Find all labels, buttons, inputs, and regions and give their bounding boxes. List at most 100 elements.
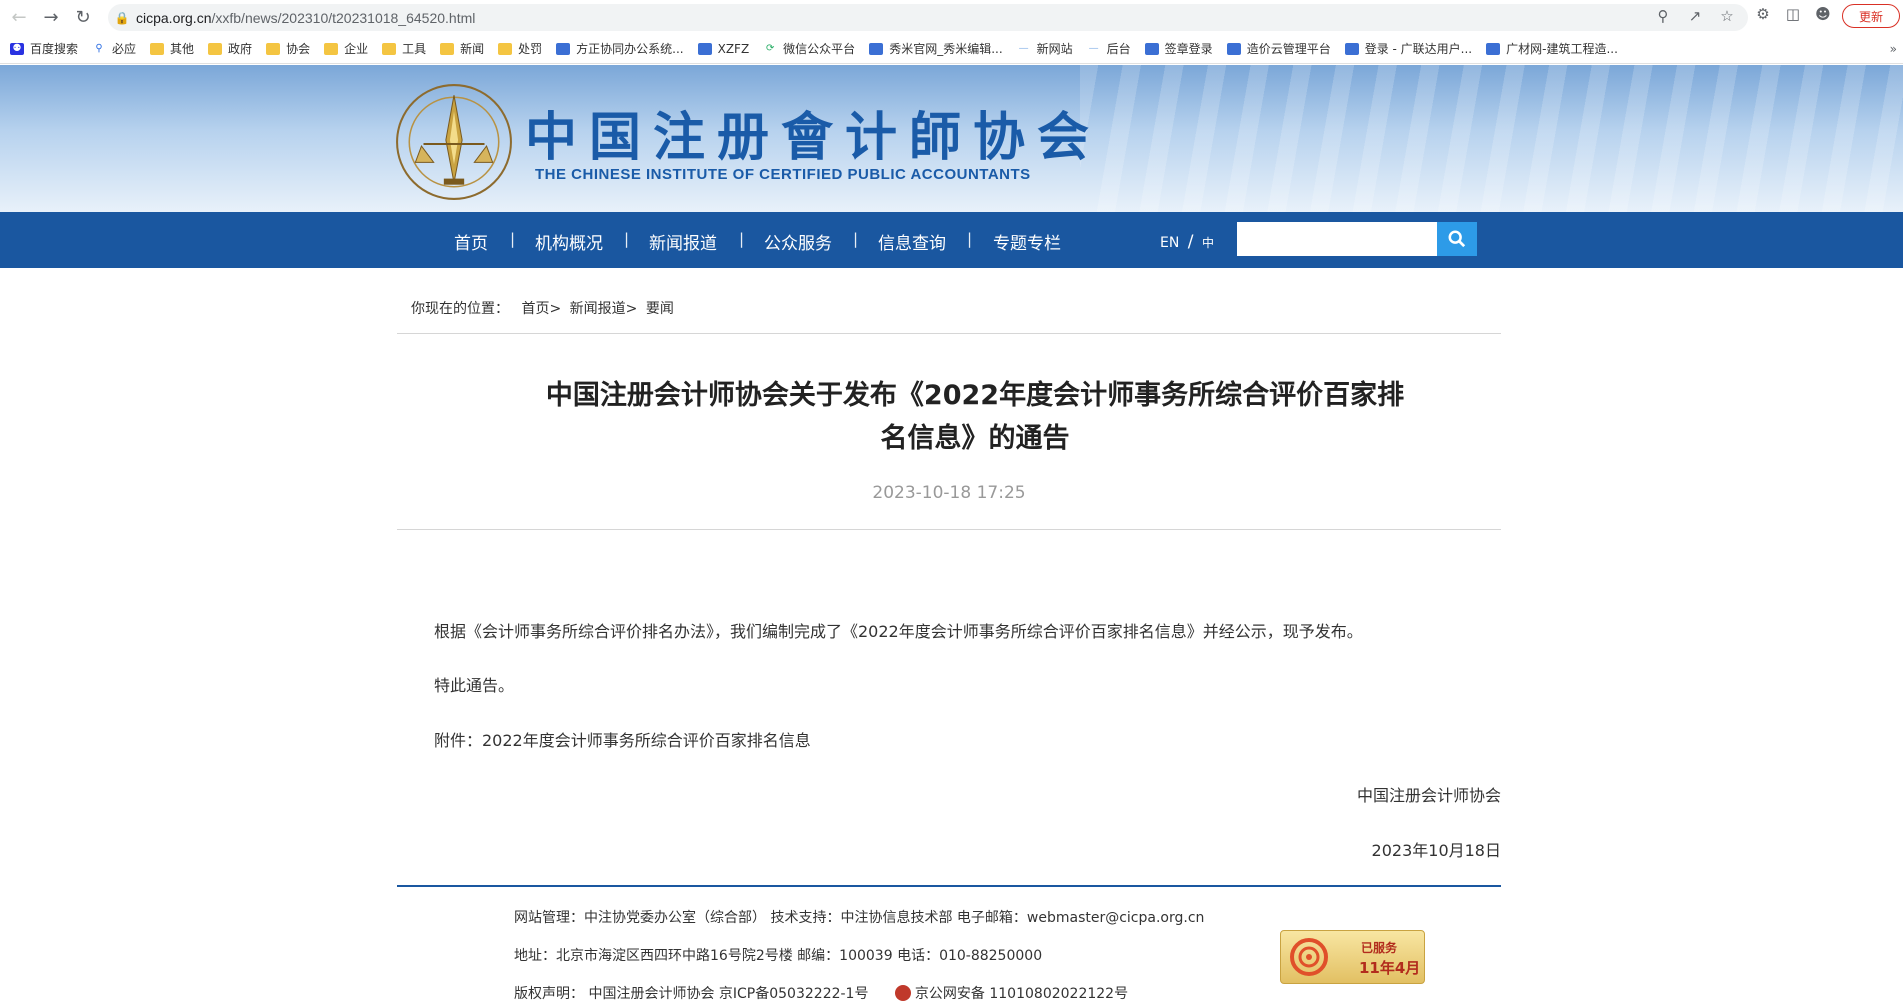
folder-icon xyxy=(266,42,281,55)
bookmarks-bar: ⚉ 百度搜索 ⚲ 必应 其他 政府 协会 企业 工具 新闻 处罚 方正协同办公系统... XZFZ ⟳ 微信… xyxy=(0,34,1903,64)
folder-icon xyxy=(382,42,397,55)
banner-decoration xyxy=(1080,65,1903,212)
footer-police-record[interactable]: 京公网安备 11010802022122号 xyxy=(894,985,1129,1002)
article-paragraph: 根据《会计师事务所综合评价排名办法》，我们编制完成了《2022年度会计师事务所综… xyxy=(434,622,1363,641)
bookmark-label: 广材网-建筑工程造... xyxy=(1506,42,1618,56)
folder-icon xyxy=(498,42,513,55)
footer-divider xyxy=(397,885,1501,887)
article-paragraph: 特此通告。 xyxy=(434,676,515,695)
language-switch: EN / 中 xyxy=(1160,232,1214,252)
wechat-icon: ⟳ xyxy=(765,42,775,54)
bookmark-item[interactable]: — 后台 xyxy=(1087,40,1131,57)
article-title: 中国注册会计师协会关于发布《2022年度会计师事务所综合评价百家排名信息》的通告 xyxy=(545,380,1405,454)
breadcrumb: 你现在的位置： 首页> 新闻报道> 要闻 xyxy=(411,298,674,318)
search-button[interactable] xyxy=(1437,222,1477,256)
side-panel-icon[interactable]: ◫ xyxy=(1782,5,1804,23)
badge-bottom-text: 11年4月 xyxy=(1359,959,1421,977)
breadcrumb-news[interactable]: 新闻报道 xyxy=(570,301,626,317)
badge-top-text: 已服务 xyxy=(1361,941,1398,955)
bookmark-item[interactable]: ⟳ 微信公众平台 xyxy=(763,40,855,57)
url-path: /xxfb/news/202310/t20231018_64520.html xyxy=(211,9,476,26)
bookmark-label: XZFZ xyxy=(717,41,750,56)
service-badge-icon xyxy=(1290,938,1328,976)
app-icon xyxy=(1144,42,1159,55)
lang-zh-link[interactable]: 中 xyxy=(1202,236,1214,250)
bookmark-label: 签章登录 xyxy=(1164,42,1213,56)
bookmark-label: 造价云管理平台 xyxy=(1246,42,1331,56)
back-button[interactable]: ← xyxy=(4,2,34,32)
nav-info-query[interactable]: 信息查询 xyxy=(878,229,946,254)
bookmark-item[interactable]: 协会 xyxy=(266,40,310,57)
extensions-icon[interactable]: ⚙ xyxy=(1752,5,1774,23)
footer-address-info: 地址：北京市海淀区西四环中路16号院2号楼 邮编：100039 电话：010-8… xyxy=(514,948,1043,964)
app-icon xyxy=(1344,42,1359,55)
nav-separator: | xyxy=(853,230,859,248)
bookmark-item[interactable]: 造价云管理平台 xyxy=(1226,40,1331,57)
breadcrumb-separator: > xyxy=(625,301,638,317)
attachment-link[interactable]: 附件：2022年度会计师事务所综合评价百家排名信息 xyxy=(434,727,811,751)
breadcrumb-separator: > xyxy=(549,301,562,317)
bookmark-item[interactable]: 新闻 xyxy=(440,40,484,57)
bookmark-item[interactable]: ⚉ 百度搜索 xyxy=(10,40,78,57)
address-bar[interactable]: 🔒 cicpa.org.cn/xxfb/news/202310/t2023101… xyxy=(108,4,1748,31)
bookmark-label: 登录 - 广联达用户... xyxy=(1364,42,1473,56)
bookmark-label: 工具 xyxy=(402,42,427,56)
bookmark-item[interactable]: 方正协同办公系统... xyxy=(556,40,684,57)
police-badge-icon xyxy=(894,985,911,1001)
article-signature: 中国注册会计师协会 xyxy=(1356,786,1501,805)
bookmark-label: 必应 xyxy=(112,42,137,56)
bookmark-item[interactable]: ⚲ 必应 xyxy=(92,40,136,57)
reload-button[interactable]: ↻ xyxy=(68,2,98,32)
bookmark-label: 政府 xyxy=(228,42,253,56)
nav-news[interactable]: 新闻报道 xyxy=(649,229,717,254)
bookmark-item[interactable]: 处罚 xyxy=(498,40,542,57)
service-badge[interactable]: 已服务 11年4月 xyxy=(1280,930,1425,984)
cicpa-logo-icon[interactable] xyxy=(393,81,515,203)
folder-icon xyxy=(440,42,455,55)
bookmark-item[interactable]: 其他 xyxy=(150,40,194,57)
article-header-divider xyxy=(397,529,1501,530)
bookmark-item[interactable]: 工具 xyxy=(382,40,426,57)
search-input[interactable] xyxy=(1237,222,1437,256)
bookmark-item[interactable]: 企业 xyxy=(324,40,368,57)
url-domain: cicpa.org.cn xyxy=(136,9,212,26)
more-bookmarks-icon[interactable]: » xyxy=(1890,42,1897,56)
footer-copyright-text[interactable]: 版权声明： 中国注册会计师协会 京ICP备05032222-1号 xyxy=(514,986,868,1002)
share-icon[interactable]: ↗ xyxy=(1684,7,1706,25)
bookmark-item[interactable]: — 新网站 xyxy=(1017,40,1073,57)
zoom-icon[interactable]: ⚲ xyxy=(1652,7,1674,25)
web-icon: — xyxy=(1088,42,1099,54)
breadcrumb-headlines[interactable]: 要闻 xyxy=(646,301,674,317)
nav-about[interactable]: 机构概况 xyxy=(535,229,603,254)
star-icon[interactable]: ☆ xyxy=(1716,7,1738,25)
bookmark-label: 百度搜索 xyxy=(30,42,79,56)
bookmark-item[interactable]: 广材网-建筑工程造... xyxy=(1486,40,1618,57)
breadcrumb-divider xyxy=(397,333,1501,334)
app-icon xyxy=(1486,42,1501,55)
site-banner: 中国注册會计師协会 THE CHINESE INSTITUTE OF CERTI… xyxy=(0,65,1903,212)
update-button[interactable]: 更新 xyxy=(1842,4,1900,28)
browser-toolbar: ← → ↻ 🔒 cicpa.org.cn/xxfb/news/202310/t2… xyxy=(0,0,1903,34)
bookmark-item[interactable]: 秀米官网_秀米编辑... xyxy=(869,40,1003,57)
search-icon xyxy=(1448,230,1466,248)
bookmark-item[interactable]: 签章登录 xyxy=(1144,40,1213,57)
nav-home[interactable]: 首页 xyxy=(454,229,488,254)
lock-icon[interactable]: 🔒 xyxy=(108,11,136,25)
nav-separator: | xyxy=(510,230,516,248)
bookmark-label: 新网站 xyxy=(1036,42,1073,56)
footer-copyright: 版权声明： 中国注册会计师协会 京ICP备05032222-1号 京公网安备 1… xyxy=(514,983,1128,1003)
forward-button[interactable]: → xyxy=(36,2,66,32)
web-icon: — xyxy=(1018,42,1029,54)
bookmark-item[interactable]: 政府 xyxy=(208,40,252,57)
profile-icon[interactable]: ☻ xyxy=(1812,5,1834,23)
footer-police-text: 京公网安备 11010802022122号 xyxy=(914,986,1129,1002)
lang-en-link[interactable]: EN xyxy=(1160,235,1179,251)
nav-separator: | xyxy=(967,230,973,248)
breadcrumb-home[interactable]: 首页 xyxy=(521,301,549,317)
nav-separator: | xyxy=(739,230,745,248)
nav-special-topics[interactable]: 专题专栏 xyxy=(993,229,1061,254)
bookmark-item[interactable]: 登录 - 广联达用户... xyxy=(1344,40,1473,57)
site-title[interactable]: 中国注册會计師协会 xyxy=(525,95,1101,170)
bookmark-item[interactable]: XZFZ xyxy=(697,41,750,56)
nav-public-service[interactable]: 公众服务 xyxy=(764,229,832,254)
